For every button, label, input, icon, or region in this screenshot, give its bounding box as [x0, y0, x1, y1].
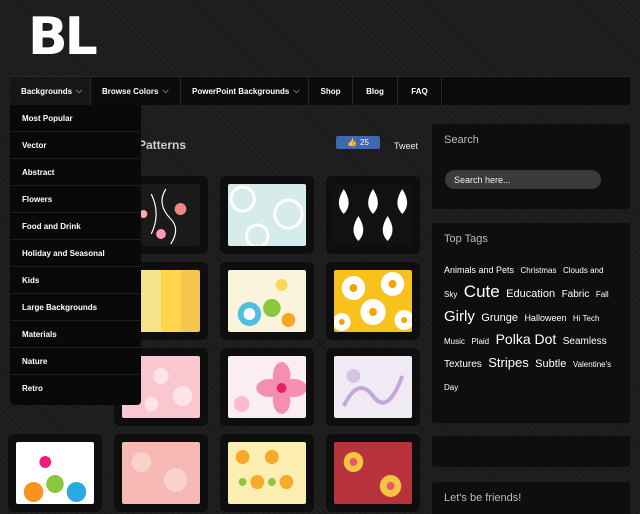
pattern-thumbnail[interactable]: [326, 434, 420, 512]
pattern-thumbnail[interactable]: [326, 176, 420, 254]
nav-shop[interactable]: Shop: [309, 77, 353, 105]
pattern-thumbnail[interactable]: [326, 262, 420, 340]
nav-label: PowerPoint Backgrounds: [192, 86, 290, 96]
pattern-image: [228, 270, 306, 332]
tag-link[interactable]: Animals and Pets: [444, 265, 514, 275]
pattern-thumbnail[interactable]: [114, 434, 208, 512]
pattern-thumbnail[interactable]: [220, 262, 314, 340]
search-panel-title: Search: [444, 134, 479, 146]
chevron-down-icon: ⌵: [76, 86, 83, 95]
tag-link[interactable]: Hi Tech: [573, 314, 600, 323]
pattern-image: [228, 442, 306, 504]
pattern-image: [334, 356, 412, 418]
dropdown-item-retro[interactable]: Retro: [10, 375, 141, 402]
backgrounds-dropdown-menu: Most Popular Vector Abstract Flowers Foo…: [10, 105, 141, 405]
dropdown-item-abstract[interactable]: Abstract: [10, 159, 141, 186]
pattern-image: [334, 184, 412, 246]
dropdown-item-holiday-and-seasonal[interactable]: Holiday and Seasonal: [10, 240, 141, 267]
sidebar-panel: [432, 436, 630, 467]
tag-link[interactable]: Girly: [444, 308, 475, 325]
search-input[interactable]: [445, 170, 601, 189]
chevron-down-icon: ⌵: [162, 86, 169, 95]
nav-blog[interactable]: Blog: [353, 77, 398, 105]
pattern-image: [228, 184, 306, 246]
nav-label: Shop: [320, 86, 341, 96]
pattern-image: [334, 270, 412, 332]
dropdown-item-nature[interactable]: Nature: [10, 348, 141, 375]
logo-text: BL: [28, 8, 97, 64]
tweet-button[interactable]: Tweet: [394, 141, 418, 151]
social-panel: Let's be friends!: [432, 482, 630, 514]
tag-link[interactable]: Seamless: [563, 336, 607, 347]
tag-link[interactable]: Cute: [464, 282, 500, 301]
nav-backgrounds[interactable]: Backgrounds ⌵: [10, 77, 91, 105]
tag-link[interactable]: Fabric: [562, 289, 590, 300]
nav-label: FAQ: [411, 86, 428, 96]
tag-link[interactable]: Grunge: [481, 312, 518, 324]
site-logo[interactable]: BL: [28, 7, 108, 67]
main-nav: Backgrounds ⌵ Browse Colors ⌵ PowerPoint B…: [10, 76, 630, 105]
dropdown-item-large-backgrounds[interactable]: Large Backgrounds: [10, 294, 141, 321]
nav-powerpoint-backgrounds[interactable]: PowerPoint Backgrounds ⌵: [181, 77, 309, 105]
nav-label: Backgrounds: [21, 86, 73, 96]
pattern-thumbnail[interactable]: [220, 176, 314, 254]
tag-link[interactable]: Subtle: [535, 358, 566, 370]
tag-link[interactable]: Music: [444, 337, 465, 346]
pattern-thumbnail[interactable]: [220, 434, 314, 512]
nav-browse-colors[interactable]: Browse Colors ⌵: [91, 77, 181, 105]
pattern-thumbnail[interactable]: [326, 348, 420, 426]
pattern-image: [228, 356, 306, 418]
tag-cloud: Animals and Pets Christmas Clouds and Sk…: [432, 245, 630, 398]
tag-link[interactable]: Polka Dot: [496, 331, 557, 347]
pattern-image: [334, 442, 412, 504]
tag-link[interactable]: Christmas: [521, 266, 557, 275]
pattern-thumbnail[interactable]: [8, 434, 102, 512]
page-title: Patterns: [138, 138, 187, 152]
social-panel-title: Let's be friends!: [444, 492, 522, 504]
nav-faq[interactable]: FAQ: [398, 77, 442, 105]
tag-link[interactable]: Stripes: [488, 355, 528, 370]
tag-link[interactable]: Fall: [596, 290, 609, 299]
tag-link[interactable]: Education: [506, 288, 555, 300]
tag-link[interactable]: Halloween: [524, 313, 566, 323]
chevron-down-icon: ⌵: [293, 86, 300, 95]
thumbs-up-icon: 👍: [347, 138, 358, 147]
dropdown-item-flowers[interactable]: Flowers: [10, 186, 141, 213]
tags-panel-title: Top Tags: [444, 233, 488, 245]
pattern-image: [16, 442, 94, 504]
pattern-image: [122, 442, 200, 504]
dropdown-item-vector[interactable]: Vector: [10, 132, 141, 159]
tag-link[interactable]: Textures: [444, 359, 482, 370]
nav-label: Blog: [366, 86, 384, 96]
pattern-thumbnail[interactable]: [220, 348, 314, 426]
tag-link[interactable]: Plaid: [471, 337, 489, 346]
like-count: 25: [360, 138, 369, 147]
top-tags-panel: Top Tags Animals and Pets Christmas Clou…: [432, 223, 630, 423]
dropdown-item-food-and-drink[interactable]: Food and Drink: [10, 213, 141, 240]
dropdown-item-materials[interactable]: Materials: [10, 321, 141, 348]
search-panel: Search: [432, 124, 630, 209]
nav-label: Browse Colors: [102, 86, 159, 96]
dropdown-item-kids[interactable]: Kids: [10, 267, 141, 294]
dropdown-item-most-popular[interactable]: Most Popular: [10, 105, 141, 132]
facebook-like-button[interactable]: 👍 25: [336, 136, 380, 149]
